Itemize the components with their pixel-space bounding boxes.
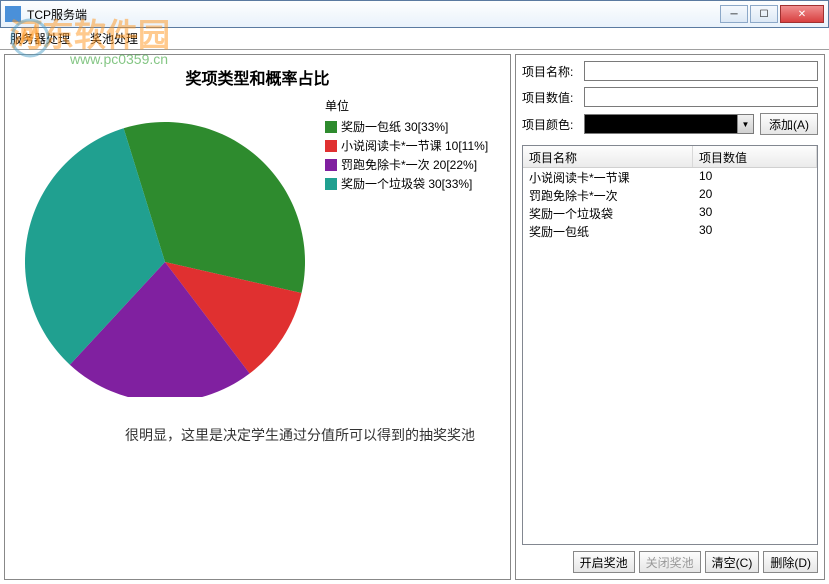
list-header: 项目名称 项目数值 (523, 146, 817, 168)
app-icon (5, 6, 21, 22)
legend-title: 单位 (325, 97, 488, 114)
window-controls: ─ ☐ ✕ (720, 5, 824, 23)
list-cell-name: 小说阅读卡*一节课 (523, 168, 693, 186)
close-button[interactable]: ✕ (780, 5, 824, 23)
chevron-down-icon: ▼ (737, 115, 753, 133)
action-buttons: 开启奖池 关闭奖池 清空(C) 删除(D) (522, 551, 818, 573)
legend-swatch (325, 159, 337, 171)
close-pool-button[interactable]: 关闭奖池 (639, 551, 701, 573)
legend-swatch (325, 121, 337, 133)
color-label: 项目颜色: (522, 116, 584, 133)
menubar: 服务器处理 奖池处理 (0, 28, 829, 50)
legend-label: 奖励一包纸 30[33%] (341, 118, 448, 135)
legend-swatch (325, 178, 337, 190)
legend-label: 罚跑免除卡*一次 20[22%] (341, 156, 477, 173)
list-cell-name: 罚跑免除卡*一次 (523, 186, 693, 204)
list-cell-value: 10 (693, 168, 817, 186)
items-list: 项目名称 项目数值 小说阅读卡*一节课10罚跑免除卡*一次20奖励一个垃圾袋30… (522, 145, 818, 545)
list-row[interactable]: 小说阅读卡*一节课10 (523, 168, 817, 186)
add-button[interactable]: 添加(A) (760, 113, 818, 135)
legend-item: 奖励一包纸 30[33%] (325, 118, 488, 135)
header-name[interactable]: 项目名称 (523, 146, 693, 167)
chart-title: 奖项类型和概率占比 (15, 65, 500, 89)
maximize-button[interactable]: ☐ (750, 5, 778, 23)
legend-label: 小说阅读卡*一节课 10[11%] (341, 137, 488, 154)
legend-item: 罚跑免除卡*一次 20[22%] (325, 156, 488, 173)
list-cell-value: 20 (693, 186, 817, 204)
value-label: 项目数值: (522, 89, 584, 106)
list-cell-name: 奖励一个垃圾袋 (523, 204, 693, 222)
annotation-text: 很明显，这里是决定学生通过分值所可以得到的抽奖奖池 (125, 425, 475, 445)
list-cell-name: 奖励一包纸 (523, 222, 693, 240)
menu-server[interactable]: 服务器处理 (6, 28, 74, 49)
legend-swatch (325, 140, 337, 152)
chart-panel: 奖项类型和概率占比 单位 奖励一包纸 30[33%] 小说阅读卡*一节课 10[1… (4, 54, 511, 580)
open-pool-button[interactable]: 开启奖池 (573, 551, 635, 573)
list-row[interactable]: 奖励一包纸30 (523, 222, 817, 240)
value-input[interactable] (584, 87, 818, 107)
color-dropdown[interactable]: ▼ (584, 114, 754, 134)
name-label: 项目名称: (522, 63, 584, 80)
list-row[interactable]: 奖励一个垃圾袋30 (523, 204, 817, 222)
delete-button[interactable]: 删除(D) (763, 551, 818, 573)
legend-label: 奖励一个垃圾袋 30[33%] (341, 175, 472, 192)
legend-item: 奖励一个垃圾袋 30[33%] (325, 175, 488, 192)
menu-pool[interactable]: 奖池处理 (86, 28, 142, 49)
window-title: TCP服务端 (27, 6, 720, 23)
list-cell-value: 30 (693, 222, 817, 240)
minimize-button[interactable]: ─ (720, 5, 748, 23)
form-panel: 项目名称: 项目数值: 项目颜色: ▼ 添加(A) 项目名称 项目数值 小说阅读… (515, 54, 825, 580)
list-body: 小说阅读卡*一节课10罚跑免除卡*一次20奖励一个垃圾袋30奖励一包纸30 (523, 168, 817, 544)
header-value[interactable]: 项目数值 (693, 146, 817, 167)
name-input[interactable] (584, 61, 818, 81)
list-cell-value: 30 (693, 204, 817, 222)
window-titlebar: TCP服务端 ─ ☐ ✕ (0, 0, 829, 28)
legend-item: 小说阅读卡*一节课 10[11%] (325, 137, 488, 154)
pie-chart (15, 97, 315, 397)
clear-button[interactable]: 清空(C) (705, 551, 760, 573)
chart-legend: 单位 奖励一包纸 30[33%] 小说阅读卡*一节课 10[11%] 罚跑免除卡*一… (325, 97, 488, 194)
list-row[interactable]: 罚跑免除卡*一次20 (523, 186, 817, 204)
